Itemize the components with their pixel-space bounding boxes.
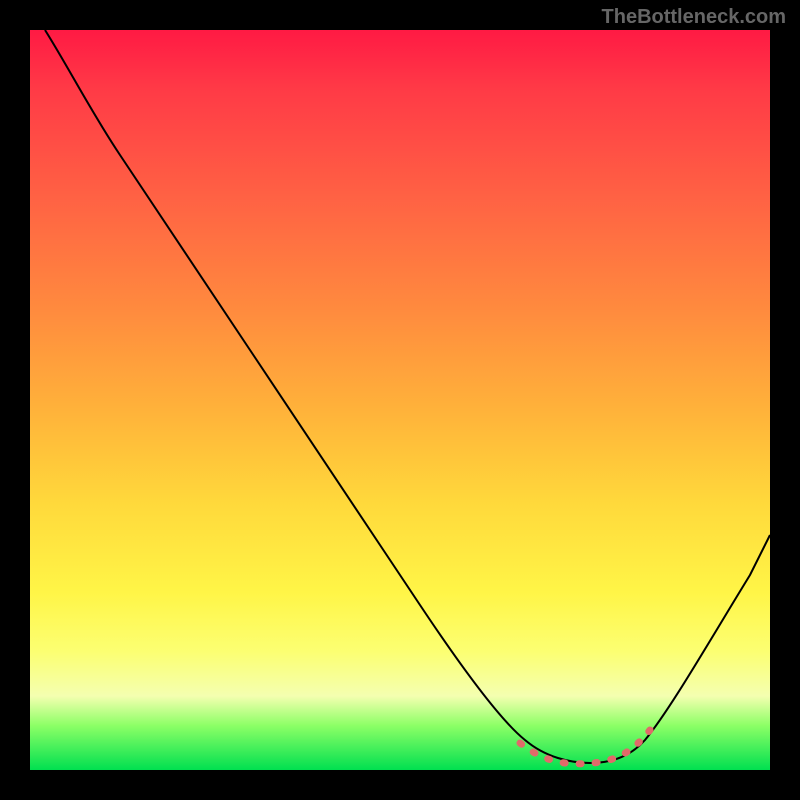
plot-area xyxy=(30,30,770,770)
watermark-text: TheBottleneck.com xyxy=(602,6,786,29)
gradient-background xyxy=(30,30,770,770)
chart-container: TheBottleneck.com xyxy=(0,0,800,800)
